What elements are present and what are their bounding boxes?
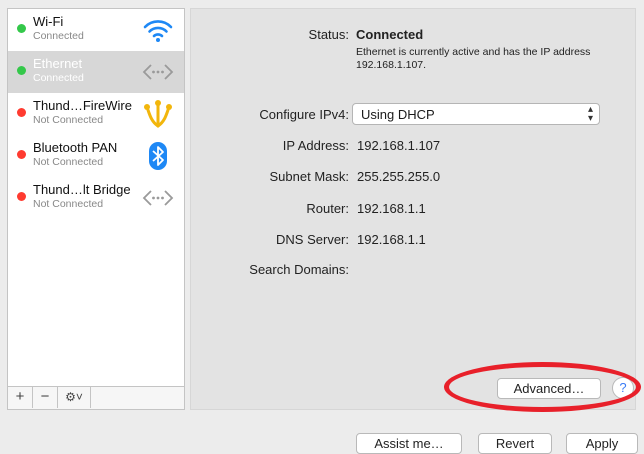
status-note: Ethernet is currently active and has the… (356, 46, 591, 71)
router-value: 192.168.1.1 (357, 201, 426, 216)
status-dot (17, 24, 26, 33)
status-dot (17, 108, 26, 117)
status-dot (17, 192, 26, 201)
service-name: Ethernet (33, 56, 83, 71)
add-service-button[interactable]: + (8, 387, 33, 408)
service-name: Thund…FireWire (33, 98, 132, 113)
updown-chevron-icon: ▴ ▾ (587, 104, 593, 124)
search-domains-label: Search Domains: (249, 262, 349, 277)
ip-address-label: IP Address: (282, 138, 349, 153)
service-item-ethernet[interactable]: Ethernet Connected (8, 51, 184, 93)
service-name: Bluetooth PAN (33, 140, 118, 155)
remove-service-button[interactable]: − (33, 387, 58, 408)
service-list-toolbar: + − ⚙˅ (8, 386, 184, 409)
configure-ipv4-value: Using DHCP (361, 107, 435, 122)
ethernet-icon (142, 64, 174, 80)
service-status: Not Connected (33, 114, 104, 126)
service-item-thunderbolt-bridge[interactable]: Thund…lt Bridge Not Connected (8, 177, 184, 219)
gear-menu-button[interactable]: ⚙˅ (58, 387, 91, 408)
service-item-bluetooth-pan[interactable]: Bluetooth PAN Not Connected (8, 135, 184, 177)
apply-button[interactable]: Apply (566, 433, 638, 454)
subnet-mask-label: Subnet Mask: (269, 169, 350, 184)
configure-ipv4-select[interactable]: Using DHCP ▴ ▾ (352, 103, 600, 125)
subnet-mask-value: 255.255.255.0 (357, 169, 441, 184)
service-list: Wi-Fi Connected Ethernet Connected Thund… (7, 8, 185, 410)
firewire-icon (144, 100, 172, 128)
status-dot (17, 66, 26, 75)
wifi-icon (143, 20, 173, 42)
service-item-wifi[interactable]: Wi-Fi Connected (8, 9, 184, 51)
ip-address-value: 192.168.1.107 (357, 138, 441, 153)
service-status: Not Connected (33, 198, 104, 210)
highlight-ellipse (444, 362, 641, 412)
router-label: Router: (306, 201, 349, 216)
service-item-firewire[interactable]: Thund…FireWire Not Connected (8, 93, 184, 135)
dns-server-label: DNS Server: (276, 232, 349, 247)
network-details-panel: Status: Connected Ethernet is currently … (190, 8, 636, 410)
status-label: Status: (308, 27, 349, 42)
status-value: Connected (356, 27, 424, 42)
bluetooth-icon (149, 142, 167, 170)
service-name: Thund…lt Bridge (33, 182, 131, 197)
service-status: Connected (33, 30, 84, 42)
ethernet-icon (142, 190, 174, 206)
service-status: Not Connected (33, 156, 104, 168)
dns-server-value: 192.168.1.1 (357, 232, 426, 247)
configure-ipv4-label: Configure IPv4: (259, 107, 349, 122)
revert-button[interactable]: Revert (478, 433, 552, 454)
service-name: Wi-Fi (33, 14, 64, 29)
status-dot (17, 150, 26, 159)
assist-me-button[interactable]: Assist me… (356, 433, 462, 454)
service-status: Connected (33, 72, 84, 84)
